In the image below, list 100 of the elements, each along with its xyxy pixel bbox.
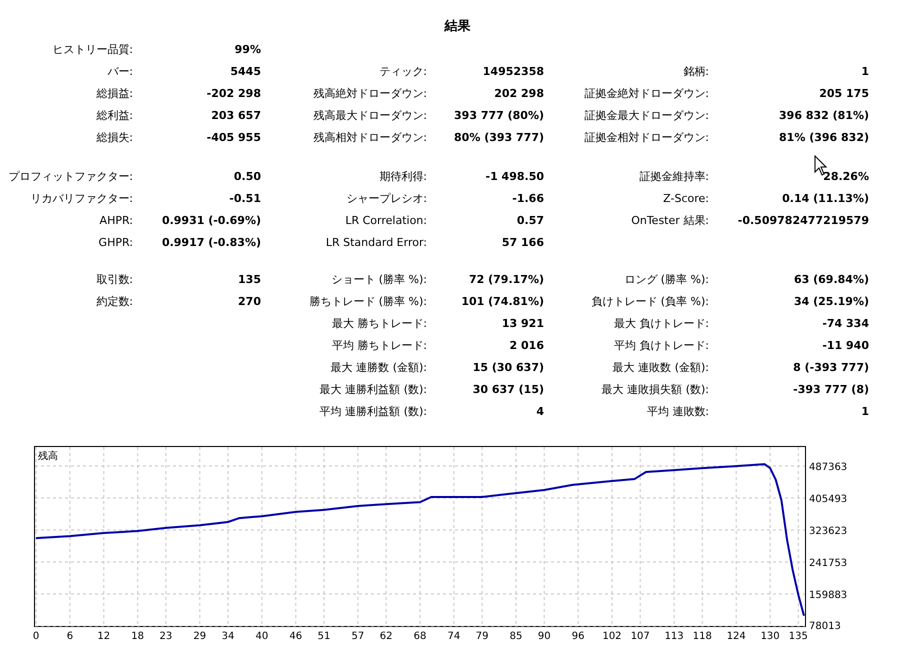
stat-value: -393 777 (8) (793, 382, 869, 398)
stat-value: 63 (69.84%) (794, 272, 869, 288)
stat-label: 約定数: (96, 294, 133, 310)
stat-label: 最大 連勝数 (金額): (330, 360, 427, 376)
stat-value: 1 (861, 64, 869, 80)
x-axis-label: 113 (664, 631, 684, 642)
stat-label: 銘柄: (683, 64, 709, 80)
stat-value: 203 657 (211, 108, 261, 124)
stat-label: 最大 連敗数 (金額): (612, 360, 709, 376)
stat-value: 81% (396 832) (779, 130, 869, 146)
stat-value: 0.14 (11.13%) (782, 191, 869, 207)
stat-value: -202 298 (206, 86, 261, 102)
stat-label: 総損益: (96, 86, 133, 102)
stat-label: LR Correlation: (345, 213, 427, 229)
stat-value: 57 166 (502, 235, 544, 251)
stat-value: -11 940 (822, 338, 869, 354)
stat-label: 最大 負けトレード: (614, 316, 709, 332)
stat-label: 取引数: (96, 272, 133, 288)
stat-label: OnTester 結果: (631, 213, 709, 229)
x-axis-label: 118 (692, 631, 712, 642)
x-axis-label: 135 (788, 631, 808, 642)
stat-label: ティック: (379, 64, 427, 80)
x-axis-label: 79 (476, 631, 488, 642)
stat-value: 8 (-393 777) (793, 360, 869, 376)
chart-title: 残高 (38, 451, 58, 462)
stat-value: 393 777 (80%) (454, 108, 544, 124)
stat-value: 1 (861, 404, 869, 420)
x-axis-label: 90 (538, 631, 551, 642)
x-axis-label: 0 (32, 631, 40, 642)
x-axis-label: 85 (510, 631, 522, 642)
stat-label: 平均 連勝利益額 (数): (320, 404, 427, 420)
stat-label: プロフィットファクター: (8, 169, 133, 185)
stat-label: LR Standard Error: (326, 235, 427, 251)
stat-label: 証拠金絶対ドローダウン: (584, 86, 709, 102)
stat-label: GHPR: (98, 235, 133, 251)
stat-label: AHPR: (100, 213, 133, 229)
x-axis-label: 62 (380, 631, 392, 642)
x-axis-label: 57 (352, 631, 364, 642)
stat-label: 平均 連敗数: (646, 404, 709, 420)
stat-value: 2 016 (510, 338, 544, 354)
stat-label: 総利益: (96, 108, 133, 124)
stat-value: -1.66 (512, 191, 544, 207)
y-axis-label: 159883 (809, 590, 848, 601)
stat-label: 残高最大ドローダウン: (313, 108, 427, 124)
x-axis-label: 18 (131, 631, 144, 642)
stat-label: 総損失: (96, 130, 133, 146)
stat-label: 残高相対ドローダウン: (313, 130, 427, 146)
stat-value: 34 (25.19%) (794, 294, 869, 310)
report-title: 結果 (443, 18, 472, 36)
y-axis-label: 487363 (809, 462, 848, 473)
stat-value: 0.57 (516, 213, 544, 229)
stat-value: -0.51 (229, 191, 261, 207)
stat-value: -1 498.50 (486, 169, 544, 185)
stat-value: -405 955 (206, 130, 261, 146)
x-axis-label: 23 (160, 631, 172, 642)
stat-label: 勝ちトレード (勝率 %): (309, 294, 427, 310)
stat-label: 最大 連勝利益額 (数): (320, 382, 427, 398)
stat-label: バー: (107, 64, 133, 80)
x-axis-label: 12 (97, 631, 110, 642)
stat-label: 証拠金最大ドローダウン: (584, 108, 709, 124)
x-axis-label: 6 (66, 631, 74, 642)
stat-value: 202 298 (494, 86, 544, 102)
stat-value: 30 637 (15) (472, 382, 544, 398)
x-axis-label: 96 (572, 631, 584, 642)
stat-label: シャープレシオ: (346, 191, 427, 207)
stat-value: 15 (30 637) (472, 360, 544, 376)
x-axis-label: 124 (726, 631, 746, 642)
stat-label: 期待利得: (379, 169, 427, 185)
stat-label: 残高絶対ドローダウン: (313, 86, 427, 102)
stat-label: 最大 勝ちトレード: (332, 316, 427, 332)
stat-label: Z-Score: (663, 191, 709, 207)
stat-label: 証拠金維持率: (639, 169, 709, 185)
stat-label: リカバリファクター: (30, 191, 133, 207)
x-axis-label: 29 (193, 631, 206, 642)
stat-label: 最大 連敗損失額 (数): (602, 382, 709, 398)
stat-label: 負けトレード (負率 %): (591, 294, 709, 310)
stat-value: 4 (536, 404, 544, 420)
y-axis-label: 323623 (809, 526, 848, 537)
x-axis-label: 46 (289, 631, 302, 642)
stat-label: ショート (勝率 %): (331, 272, 427, 288)
x-axis-label: 102 (602, 631, 622, 642)
stat-value: 80% (393 777) (454, 130, 544, 146)
stat-label: ロング (勝率 %): (624, 272, 709, 288)
stat-label: 証拠金相対ドローダウン: (584, 130, 709, 146)
stat-label: 平均 負けトレード: (614, 338, 709, 354)
stat-value: 270 (238, 294, 261, 310)
y-axis-label: 241753 (809, 558, 848, 569)
stat-value: 0.50 (234, 169, 261, 185)
x-axis-label: 130 (760, 631, 780, 642)
stat-value: 396 832 (81%) (779, 108, 869, 124)
stat-value: 99% (234, 42, 261, 58)
stat-value: 135 (238, 272, 261, 288)
stat-value: 72 (79.17%) (468, 272, 544, 288)
stat-value: 101 (74.81%) (461, 294, 544, 310)
x-axis-label: 51 (318, 631, 330, 642)
stat-value: 5445 (230, 64, 261, 80)
x-axis-label: 34 (222, 631, 234, 642)
x-axis-label: 68 (414, 631, 426, 642)
stat-value: 205 175 (819, 86, 869, 102)
x-axis-label: 107 (630, 631, 650, 642)
